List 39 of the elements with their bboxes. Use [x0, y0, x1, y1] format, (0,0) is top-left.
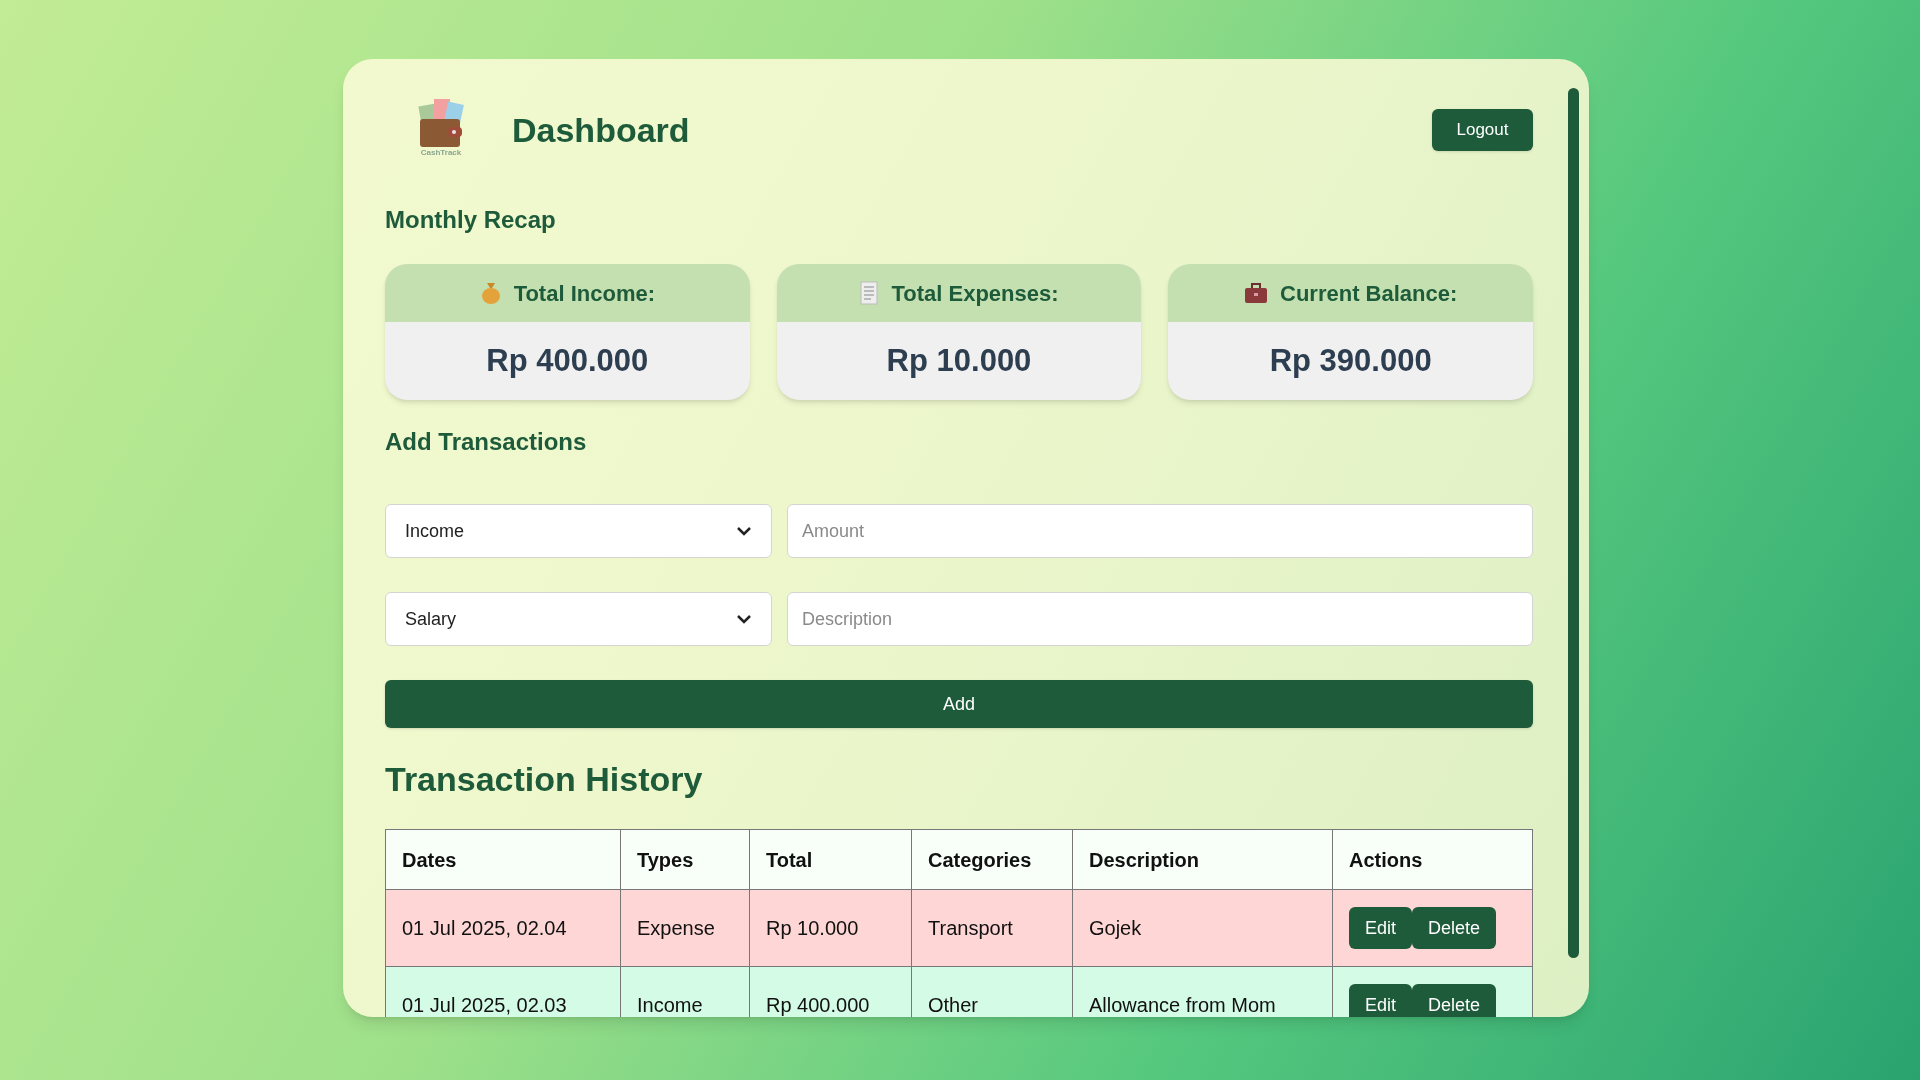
- column-header: Types: [620, 829, 750, 890]
- description-field[interactable]: Description: [787, 592, 1533, 646]
- money-bag-icon: [479, 281, 502, 305]
- amount-field[interactable]: Amount: [787, 504, 1533, 558]
- card-label: Total Income:: [513, 279, 655, 308]
- section-heading: Monthly Recap: [385, 205, 557, 235]
- scrollbar[interactable]: [1568, 88, 1579, 958]
- delete-button[interactable]: Delete: [1412, 984, 1497, 1017]
- card-amount: Rp 400.000: [486, 341, 649, 380]
- section-heading: Add Transactions: [385, 427, 588, 457]
- chevron-down-icon: [736, 614, 752, 624]
- type-select[interactable]: Income: [385, 504, 772, 558]
- section-heading: Transaction History: [385, 759, 704, 800]
- logo-text: CashTrack: [420, 149, 462, 157]
- chevron-down-icon: [736, 526, 752, 536]
- table-cell: Transport: [911, 889, 1073, 967]
- card-amount: Rp 10.000: [886, 341, 1032, 380]
- table-cell: 01 Jul 2025, 02.04: [385, 889, 621, 967]
- table-cell: 01 Jul 2025, 02.03: [385, 966, 621, 1017]
- add-button[interactable]: Add: [385, 680, 1533, 728]
- edit-button[interactable]: Edit: [1349, 984, 1413, 1017]
- logout-button[interactable]: Logout: [1432, 109, 1533, 151]
- card-label: Current Balance:: [1280, 279, 1458, 308]
- column-header: Total: [749, 829, 912, 890]
- category-select[interactable]: Salary: [385, 592, 772, 646]
- card-label: Total Expenses:: [891, 279, 1059, 308]
- column-header: Categories: [911, 829, 1073, 890]
- table-cell: Expense: [620, 889, 750, 967]
- column-header: Dates: [385, 829, 621, 890]
- table-cell: Rp 10.000: [749, 889, 912, 967]
- delete-button[interactable]: Delete: [1412, 907, 1497, 949]
- column-header: Description: [1072, 829, 1333, 890]
- column-header: Actions: [1332, 829, 1533, 890]
- receipt-icon: [859, 281, 880, 305]
- table-cell: Gojek: [1072, 889, 1333, 967]
- page-title: Dashboard: [512, 109, 690, 151]
- card-amount: Rp 390.000: [1269, 341, 1432, 380]
- briefcase-icon: [1244, 282, 1268, 304]
- edit-button[interactable]: Edit: [1349, 907, 1413, 949]
